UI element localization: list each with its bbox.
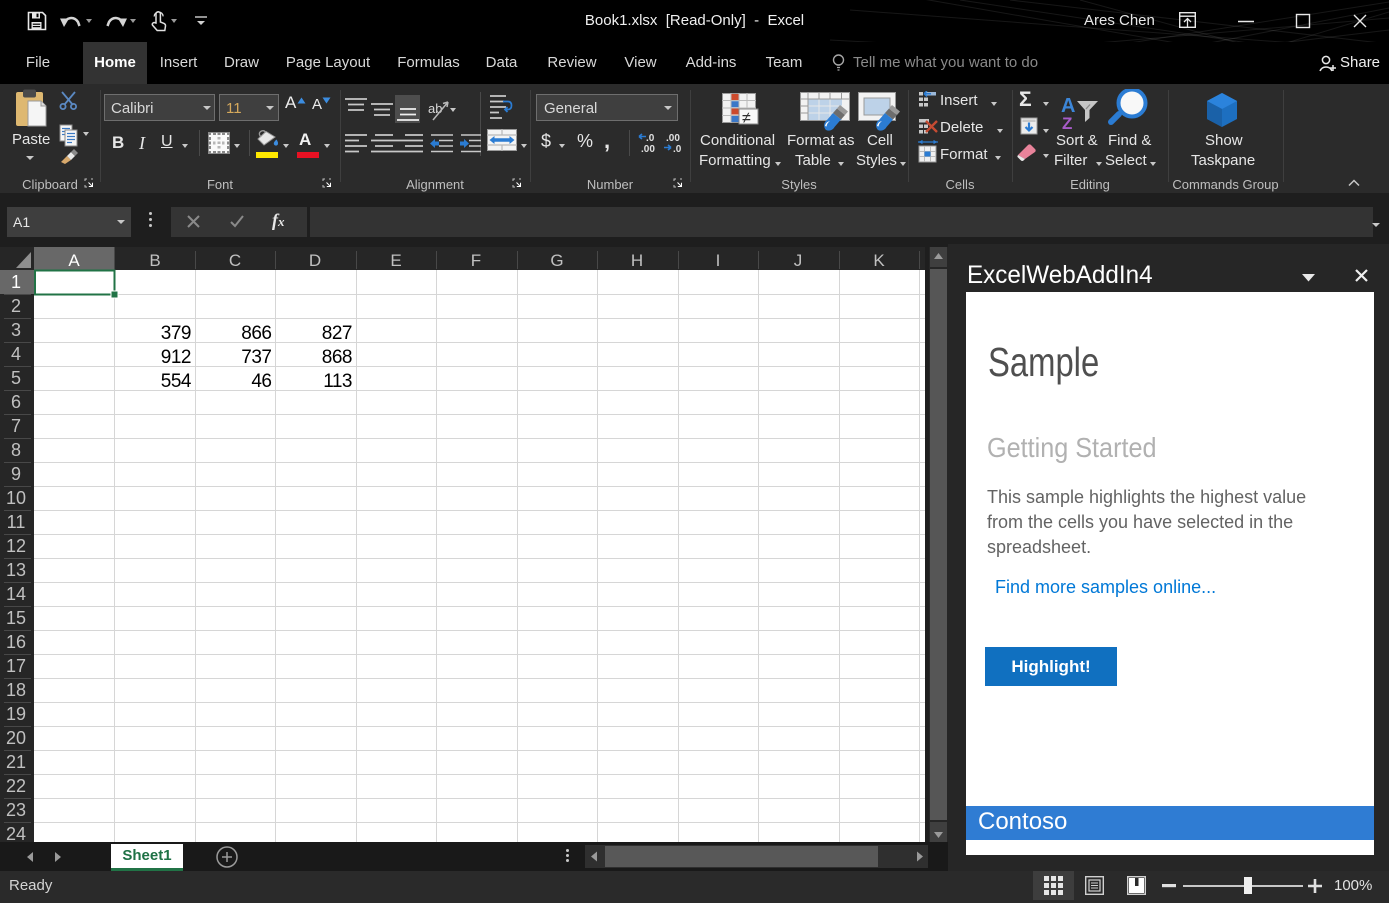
svg-text:7: 7 [11,416,21,436]
svg-text:9: 9 [11,464,21,484]
svg-text:6: 6 [11,392,21,412]
svg-text:3: 3 [11,320,21,340]
svg-text:11: 11 [7,512,26,532]
svg-text:18: 18 [6,680,26,700]
svg-text:23: 23 [6,800,26,820]
svg-text:17: 17 [6,656,26,676]
svg-text:20: 20 [6,728,26,748]
svg-text:16: 16 [6,632,26,652]
svg-text:K: K [873,251,885,270]
svg-text:14: 14 [6,584,26,604]
svg-text:8: 8 [11,440,21,460]
svg-text:Z: Z [1062,114,1072,129]
svg-text:ab: ab [428,101,442,116]
svg-text:H: H [631,251,643,270]
svg-text:866: 866 [241,323,271,344]
svg-text:4: 4 [11,344,21,364]
svg-text:827: 827 [322,323,352,344]
svg-text:737: 737 [241,347,271,368]
svg-text:19: 19 [6,704,26,724]
svg-text:.0: .0 [646,133,655,144]
svg-text:1: 1 [11,272,21,292]
svg-text:2: 2 [11,296,21,316]
svg-text:12: 12 [6,536,26,556]
svg-text:554: 554 [161,371,192,392]
svg-text:379: 379 [161,323,191,344]
svg-text:I: I [716,251,721,270]
svg-text:E: E [390,251,401,270]
svg-text:C: C [229,251,241,270]
svg-text:912: 912 [161,347,191,368]
svg-text:G: G [550,251,563,270]
svg-text:10: 10 [6,488,26,508]
svg-text:A: A [68,251,80,270]
svg-text:21: 21 [6,752,26,772]
svg-text:≠: ≠ [742,110,751,127]
svg-text:5: 5 [11,368,21,388]
svg-text:22: 22 [6,776,26,796]
svg-text:.00: .00 [641,144,655,154]
svg-text:24: 24 [6,824,26,842]
svg-text:13: 13 [6,560,26,580]
svg-text:F: F [471,251,481,270]
svg-text:B: B [149,251,160,270]
svg-text:.00: .00 [666,133,680,144]
svg-text:D: D [309,251,321,270]
svg-text:.0: .0 [673,144,682,154]
svg-text:15: 15 [6,608,26,628]
svg-text:46: 46 [251,371,271,392]
svg-text:113: 113 [323,371,352,392]
svg-text:J: J [794,251,803,270]
svg-text:868: 868 [322,347,352,368]
